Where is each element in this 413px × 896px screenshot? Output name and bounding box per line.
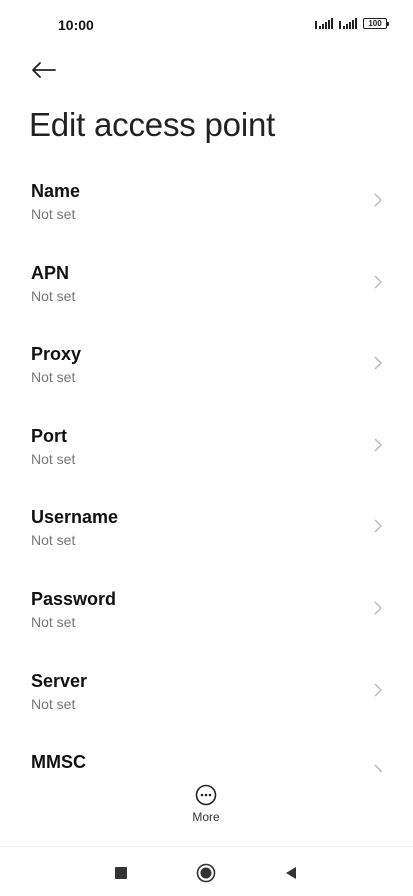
chevron-right-icon [374,193,383,207]
setting-value: Not set [31,695,76,712]
setting-value: Not set [31,206,76,222]
chevron-right-icon [374,683,383,697]
back-nav-button[interactable] [279,861,303,885]
back-button[interactable] [28,54,60,86]
setting-label: APN [31,262,70,283]
page-title: Edit access point [29,106,276,143]
more-icon [195,784,217,806]
status-time: 10:00 [58,17,94,33]
chevron-right-icon [374,438,383,452]
recents-button[interactable] [109,861,133,885]
setting-name[interactable]: Name Not set [0,160,413,242]
setting-password[interactable]: Password Not set [0,568,413,650]
setting-label: Password [31,588,117,609]
setting-label: Name [31,181,81,201]
setting-value: Not set [31,613,76,630]
setting-value: Not set [31,450,76,467]
signal-icon: . [315,18,333,29]
battery-icon: 100 [363,18,389,29]
setting-value: Not set [31,287,76,304]
setting-port[interactable]: Port Not set [0,405,413,487]
status-icons: . . 100 [315,18,389,29]
back-triangle-icon [286,867,296,879]
setting-label: Username [31,507,119,528]
navigation-bar [0,846,413,896]
chevron-right-icon [374,356,383,370]
setting-label: MMSC [31,752,86,772]
signal-icon: . [339,18,357,29]
setting-proxy[interactable]: Proxy Not set [0,323,413,405]
setting-label: Port [31,425,67,446]
setting-apn[interactable]: APN Not set [0,242,413,324]
setting-value: Not set [31,369,76,386]
settings-list: Name Not set APN Not set Proxy Not set P… [0,160,413,772]
recents-square-icon [115,867,127,879]
chevron-right-icon [374,764,383,772]
more-label: More [192,810,220,824]
more-button[interactable]: More [176,784,236,830]
home-circle-icon [196,863,216,883]
home-button[interactable] [194,861,218,885]
chevron-right-icon [374,519,383,533]
chevron-right-icon [374,275,383,289]
status-bar: 10:00 . . 100 [0,0,413,48]
setting-mmsc[interactable]: MMSC [0,731,413,772]
setting-username[interactable]: Username Not set [0,486,413,568]
setting-server[interactable]: Server Not set [0,650,413,732]
setting-label: Proxy [31,344,82,365]
setting-value: Not set [31,532,76,549]
back-arrow-icon [32,62,56,78]
chevron-right-icon [374,601,383,615]
setting-label: Server [31,670,88,691]
